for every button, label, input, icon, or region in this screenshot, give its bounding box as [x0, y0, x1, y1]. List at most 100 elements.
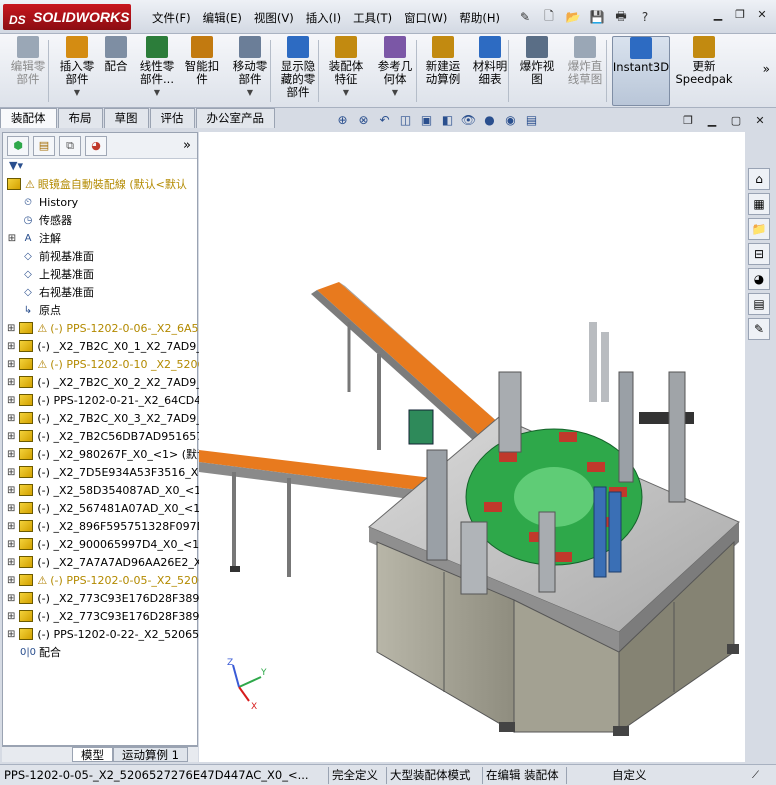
tree-item[interactable]: ◇ 上视基准面 — [3, 265, 199, 283]
tree-item[interactable]: ⊞ (-) _X2_896F595751328F097D4 — [3, 517, 199, 535]
menu-file[interactable]: 文件(F) — [146, 8, 197, 28]
menu-help[interactable]: 帮助(H) — [453, 8, 506, 28]
view-orientation-icon[interactable]: ▣ — [418, 112, 435, 128]
expand-icon[interactable]: ⊞ — [7, 341, 15, 352]
expand-icon[interactable]: ⊞ — [7, 377, 15, 388]
tree-item[interactable]: ⊞ ⚠ (-) PPS-1202-0-05-_X2_5206 — [3, 571, 199, 589]
edit-component-button[interactable]: 编辑零 部件 — [4, 36, 52, 106]
viewport-minimize-icon[interactable]: ▁ — [704, 114, 720, 128]
mate-button[interactable]: 配合 — [100, 36, 132, 106]
expand-icon[interactable]: ⊞ — [7, 413, 15, 424]
tab-layout[interactable]: 布局 — [57, 108, 103, 128]
view-settings-icon[interactable]: ▤ — [523, 112, 540, 128]
dropdown-arrow-icon[interactable]: ▼ — [343, 86, 349, 99]
expand-icon[interactable]: ⊞ — [7, 395, 15, 406]
tree-item[interactable]: ⊞ (-) _X2_7B2C56DB7AD951657D — [3, 427, 199, 445]
help-icon[interactable]: ? — [635, 8, 655, 26]
feature-manager-icon[interactable]: ⬢ — [7, 135, 29, 156]
show-hidden-button[interactable]: 显示隐 藏的零 部件 — [276, 36, 320, 106]
tree-item[interactable]: ⊞ (-) _X2_7B2C_X0_1_X2_7AD9_ — [3, 337, 199, 355]
expand-icon[interactable]: ⊞ — [7, 521, 15, 532]
viewport-close-icon[interactable]: ✕ — [752, 114, 768, 128]
speedpak-button[interactable]: 更新 Speedpak — [672, 36, 736, 106]
file-explorer-icon[interactable]: 📁 — [748, 218, 770, 240]
tree-item[interactable]: ⊞ (-) PPS-1202-0-21-_X2_64CD4F — [3, 391, 199, 409]
solidworks-logo[interactable]: DS SOLIDWORKS — [3, 4, 131, 30]
assembly-feature-button[interactable]: 装配体 特征 ▼ — [322, 36, 370, 106]
expand-icon[interactable]: ⊞ — [7, 593, 15, 604]
bom-button[interactable]: 材料明 细表 — [468, 36, 512, 106]
open-folder-icon[interactable]: 📂 — [563, 8, 583, 26]
status-units[interactable]: 自定义 — [612, 767, 662, 784]
appearances-icon[interactable]: ◕ — [748, 268, 770, 290]
instant3d-button[interactable]: Instant3D — [612, 36, 670, 106]
tab-office-products[interactable]: 办公室产品 — [195, 108, 275, 128]
expand-icon[interactable]: ⊞ — [7, 557, 15, 568]
configuration-manager-icon[interactable]: ⧉ — [59, 135, 81, 156]
expand-icon[interactable]: ⊞ — [7, 431, 15, 442]
reference-geometry-button[interactable]: 参考几 何体 ▼ — [372, 36, 418, 106]
tree-item[interactable]: ⊞ (-) _X2_7B2C_X0_2_X2_7AD9_ — [3, 373, 199, 391]
tab-sketch[interactable]: 草图 — [103, 108, 149, 128]
resize-grip-icon[interactable]: ⟋ — [752, 767, 770, 784]
expand-icon[interactable]: ⊞ — [7, 233, 17, 244]
tree-item[interactable]: 0|0 配合 — [3, 643, 199, 661]
panel-more-icon[interactable]: » — [183, 138, 191, 153]
linear-pattern-button[interactable]: 线性零 部件... ▼ — [134, 36, 180, 106]
zoom-to-area-icon[interactable]: ⊗ — [355, 112, 372, 128]
minimize-icon[interactable]: ▁ — [710, 8, 726, 22]
tree-item[interactable]: ⊞ ⚠ (-) PPS-1202-0-10 _X2_5206 — [3, 355, 199, 373]
tab-model[interactable]: 模型 — [72, 747, 113, 762]
expand-icon[interactable]: ⊞ — [7, 359, 15, 370]
expand-icon[interactable]: ⊞ — [7, 611, 15, 622]
expand-icon[interactable]: ⊞ — [7, 449, 15, 460]
tab-motion-study-1[interactable]: 运动算例 1 — [113, 747, 188, 762]
expand-icon[interactable]: ⊞ — [7, 629, 15, 640]
design-library-icon[interactable]: ▦ — [748, 193, 770, 215]
hide-show-items-icon[interactable]: 👁 — [460, 112, 477, 128]
tree-item[interactable]: ↳ 原点 — [3, 301, 199, 319]
custom-properties-icon[interactable]: ▤ — [748, 293, 770, 315]
expand-icon[interactable]: ⊞ — [7, 575, 15, 586]
display-manager-icon[interactable]: ◕ — [85, 135, 107, 156]
view-palette-icon[interactable]: ⊟ — [748, 243, 770, 265]
property-manager-icon[interactable]: ▤ — [33, 135, 55, 156]
tree-item[interactable]: ⊞ (-) _X2_7B2C_X0_3_X2_7AD9_ — [3, 409, 199, 427]
display-style-icon[interactable]: ◧ — [439, 112, 456, 128]
solidworks-resources-icon[interactable]: ✎ — [748, 318, 770, 340]
tab-assembly[interactable]: 装配体 — [0, 108, 57, 128]
tree-item[interactable]: ⊞ ⚠ (-) PPS-1202-0-06-_X2_6A5E — [3, 319, 199, 337]
explode-line-button[interactable]: 爆炸直 线草图 — [560, 36, 610, 106]
tree-item[interactable]: ◷ 传感器 — [3, 211, 199, 229]
dropdown-arrow-icon[interactable]: ▼ — [154, 86, 160, 99]
appearance-icon[interactable]: ● — [481, 112, 498, 128]
previous-view-icon[interactable]: ↶ — [376, 112, 393, 128]
tree-item[interactable]: ⊞ (-) _X2_773C93E176D28F38900 — [3, 589, 199, 607]
filter-icon[interactable]: ▼▾ — [3, 159, 197, 175]
tree-item[interactable]: ◇ 前视基准面 — [3, 247, 199, 265]
menu-insert[interactable]: 插入(I) — [300, 8, 347, 28]
expand-icon[interactable]: ⊞ — [7, 503, 15, 514]
print-icon[interactable]: 🖶 — [611, 8, 631, 26]
graphics-viewport[interactable]: Y Z X — [199, 132, 745, 762]
expand-icon[interactable]: ⊞ — [7, 485, 15, 496]
close-icon[interactable]: ✕ — [754, 8, 770, 22]
restore-icon[interactable]: ❐ — [732, 8, 748, 22]
tree-item[interactable]: ⏲ History — [3, 193, 199, 211]
pin-icon[interactable]: ✎ — [515, 8, 535, 26]
tree-root-assembly[interactable]: ⚠ 眼镜盒自動裝配線 (默认<默认 — [3, 175, 199, 193]
menu-edit[interactable]: 编辑(E) — [197, 8, 248, 28]
viewport-restore-icon[interactable]: ❐ — [680, 114, 696, 128]
expand-icon[interactable]: ⊞ — [7, 323, 15, 334]
new-document-icon[interactable]: 🗋 — [539, 8, 559, 26]
save-icon[interactable]: 💾 — [587, 8, 607, 26]
tree-item[interactable]: ⊞ (-) _X2_773C93E176D28F38900 — [3, 607, 199, 625]
insert-component-button[interactable]: 插入零 部件 ▼ — [54, 36, 100, 106]
tree-item[interactable]: ⊞ (-) PPS-1202-0-22-_X2_520652 — [3, 625, 199, 643]
expand-icon[interactable]: ⊞ — [7, 467, 15, 478]
scene-icon[interactable]: ◉ — [502, 112, 519, 128]
section-view-icon[interactable]: ◫ — [397, 112, 414, 128]
menu-tools[interactable]: 工具(T) — [347, 8, 398, 28]
tab-evaluate[interactable]: 评估 — [149, 108, 195, 128]
dropdown-arrow-icon[interactable]: ▼ — [392, 86, 398, 99]
